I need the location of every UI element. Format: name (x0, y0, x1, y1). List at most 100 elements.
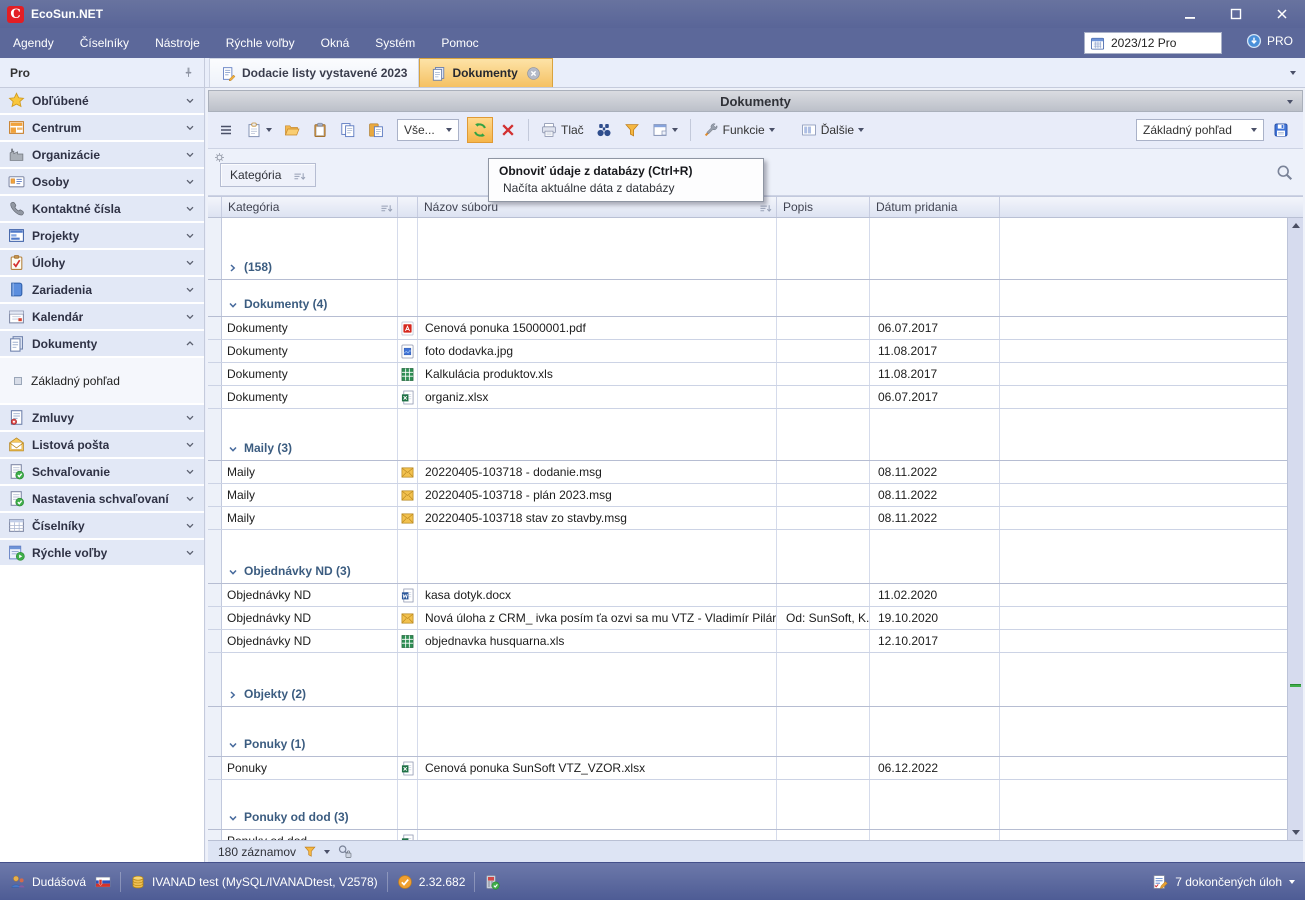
sidebar-item-oblubene[interactable]: Obľúbené (0, 88, 204, 113)
sidebar-item-kontaktne-cisla[interactable]: Kontaktné čísla (0, 196, 204, 221)
sidebar-item-osoby[interactable]: Osoby (0, 169, 204, 194)
group-row[interactable]: Ponuky od dod (3) (208, 780, 1303, 830)
period-selector[interactable]: 2023/12 Pro (1084, 32, 1222, 54)
group-collapse-icon[interactable] (228, 300, 238, 310)
menu-item-okn[interactable]: Okná (308, 28, 363, 58)
table-row[interactable]: DokumentyCenová ponuka 15000001.pdf06.07… (208, 317, 1303, 340)
group-collapse-icon[interactable] (228, 444, 238, 454)
sidebar-item-ulohy[interactable]: Úlohy (0, 250, 204, 275)
column-header-kategoria[interactable]: Kategória (222, 197, 398, 217)
column-header-datum-pridania[interactable]: Dátum pridania (870, 197, 1000, 217)
status-version[interactable]: 2.32.682 (397, 874, 466, 890)
sidebar-item-ciselniky[interactable]: Číselníky (0, 513, 204, 538)
new-document-button[interactable] (241, 117, 277, 143)
tab-dokumenty[interactable]: Dokumenty (419, 58, 552, 87)
group-row[interactable]: (158) (208, 228, 1303, 280)
vertical-scrollbar[interactable] (1287, 218, 1303, 840)
column-header-file-icon[interactable] (398, 197, 418, 217)
search-button[interactable] (591, 117, 617, 143)
scroll-up-icon[interactable] (1292, 223, 1300, 228)
group-collapse-icon[interactable] (228, 740, 238, 750)
table-row[interactable]: Maily20220405-103718 stav zo stavby.msg0… (208, 507, 1303, 530)
filter-button[interactable] (619, 117, 645, 143)
pro-badge[interactable]: PRO (1246, 33, 1293, 49)
table-row[interactable]: PonukyCenová ponuka SunSoft VTZ_VZOR.xls… (208, 757, 1303, 780)
tab-dodacie-listy[interactable]: Dodacie listy vystavené 2023 (209, 58, 419, 87)
filter-icon[interactable] (303, 845, 317, 858)
menu-button[interactable] (213, 117, 239, 143)
group-collapse-icon[interactable] (228, 813, 238, 823)
table-row[interactable]: Maily20220405-103718 - plán 2023.msg08.1… (208, 484, 1303, 507)
sidebar-item-zmluvy[interactable]: Zmluvy (0, 405, 204, 430)
window-controls (1167, 0, 1305, 28)
sidebar-item-centrum[interactable]: Centrum (0, 115, 204, 140)
group-row[interactable]: Dokumenty (4) (208, 280, 1303, 317)
filter-combo[interactable]: Vše... (397, 119, 459, 141)
print-button[interactable]: Tlač (536, 117, 589, 143)
status-database[interactable]: IVANAD test (MySQL/IVANADtest, V2578) (130, 874, 378, 890)
search-lock-icon[interactable] (337, 844, 353, 859)
sidebar-item-schvalovanie[interactable]: Schvaľovanie (0, 459, 204, 484)
menu-item-rchlevoby[interactable]: Rýchle voľby (213, 28, 308, 58)
delete-button[interactable] (495, 117, 521, 143)
sidebar-item-listova-posta[interactable]: Listová pošta (0, 432, 204, 457)
scroll-down-icon[interactable] (1292, 830, 1300, 835)
group-by-chip[interactable]: Kategória (220, 163, 316, 187)
clipboard-button[interactable] (307, 117, 333, 143)
close-button[interactable] (1259, 0, 1305, 28)
group-collapse-icon[interactable] (228, 567, 238, 577)
column-header-popis[interactable]: Popis (777, 197, 870, 217)
menu-item-agendy[interactable]: Agendy (0, 28, 67, 58)
group-row[interactable]: Maily (3) (208, 409, 1303, 461)
menu-item-nstroje[interactable]: Nástroje (142, 28, 213, 58)
table-row[interactable]: Objednávky NDobjednavka husquarna.xls12.… (208, 630, 1303, 653)
copy-button[interactable] (335, 117, 361, 143)
functions-button[interactable]: Funkcie (698, 117, 780, 143)
table-cell: (158) (222, 228, 398, 279)
sidebar-item-organizacie[interactable]: Organizácie (0, 142, 204, 167)
table-row[interactable]: Objednávky NDkasa dotyk.docx11.02.2020 (208, 584, 1303, 607)
table-row[interactable]: Objednávky NDNová úloha z CRM_ ivka posí… (208, 607, 1303, 630)
sidebar-item-rychle-volby[interactable]: Rýchle voľby (0, 540, 204, 565)
table-row[interactable]: DokumentyKalkulácia produktov.xls11.08.2… (208, 363, 1303, 386)
group-row[interactable]: Objednávky ND (3) (208, 530, 1303, 584)
table-row[interactable]: Maily20220405-103718 - dodanie.msg08.11.… (208, 461, 1303, 484)
app-check-icon[interactable] (484, 874, 500, 890)
sidebar-item-kalendar[interactable]: Kalendár (0, 304, 204, 329)
sidebar-item-nastavenia-schvalovani[interactable]: Nastavenia schvaľovaní (0, 486, 204, 511)
tab-close-icon[interactable] (526, 66, 541, 81)
column-label: Popis (783, 200, 813, 214)
table-row[interactable]: Dokumentyorganiz.xlsx06.07.2017 (208, 386, 1303, 409)
panel-caret-icon[interactable] (1287, 100, 1293, 104)
view-combo[interactable]: Základný pohľad (1136, 119, 1264, 141)
group-expand-icon[interactable] (228, 263, 238, 273)
search-icon[interactable] (1276, 164, 1293, 181)
sidebar-item-zariadenia[interactable]: Zariadenia (0, 277, 204, 302)
group-expand-icon[interactable] (228, 690, 238, 700)
minimize-button[interactable] (1167, 0, 1213, 28)
save-view-button[interactable] (1268, 117, 1294, 143)
menu-item-pomoc[interactable]: Pomoc (428, 28, 491, 58)
sidebar-item-dokumenty[interactable]: Dokumenty (0, 331, 204, 356)
slovak-flag-icon[interactable] (95, 874, 111, 890)
maximize-button[interactable] (1213, 0, 1259, 28)
tab-list-caret-icon[interactable] (1290, 71, 1296, 75)
menu-item-selnky[interactable]: Číselníky (67, 28, 142, 58)
status-user[interactable]: Dudášová (10, 874, 86, 890)
group-row[interactable]: Ponuky (1) (208, 707, 1303, 757)
sidebar-subitem-zakladny-pohlad[interactable]: Základný pohľad (0, 374, 204, 388)
refresh-button[interactable] (467, 117, 493, 143)
more-button[interactable]: Ďalšie (796, 117, 869, 143)
table-row[interactable]: Ponuky od dod (208, 830, 1303, 840)
table-row[interactable]: Dokumentyfoto dodavka.jpg11.08.2017 (208, 340, 1303, 363)
table-cell: kasa dotyk.docx (418, 584, 777, 606)
new-window-button[interactable] (647, 117, 683, 143)
group-row[interactable]: Objekty (2) (208, 653, 1303, 707)
open-button[interactable] (279, 117, 305, 143)
menu-item-systm[interactable]: Systém (362, 28, 428, 58)
pin-icon[interactable] (182, 66, 195, 79)
status-tasks[interactable]: 7 dokončených úloh (1152, 874, 1295, 890)
paste-button[interactable] (363, 117, 389, 143)
caret-icon[interactable] (324, 850, 330, 854)
sidebar-item-projekty[interactable]: Projekty (0, 223, 204, 248)
